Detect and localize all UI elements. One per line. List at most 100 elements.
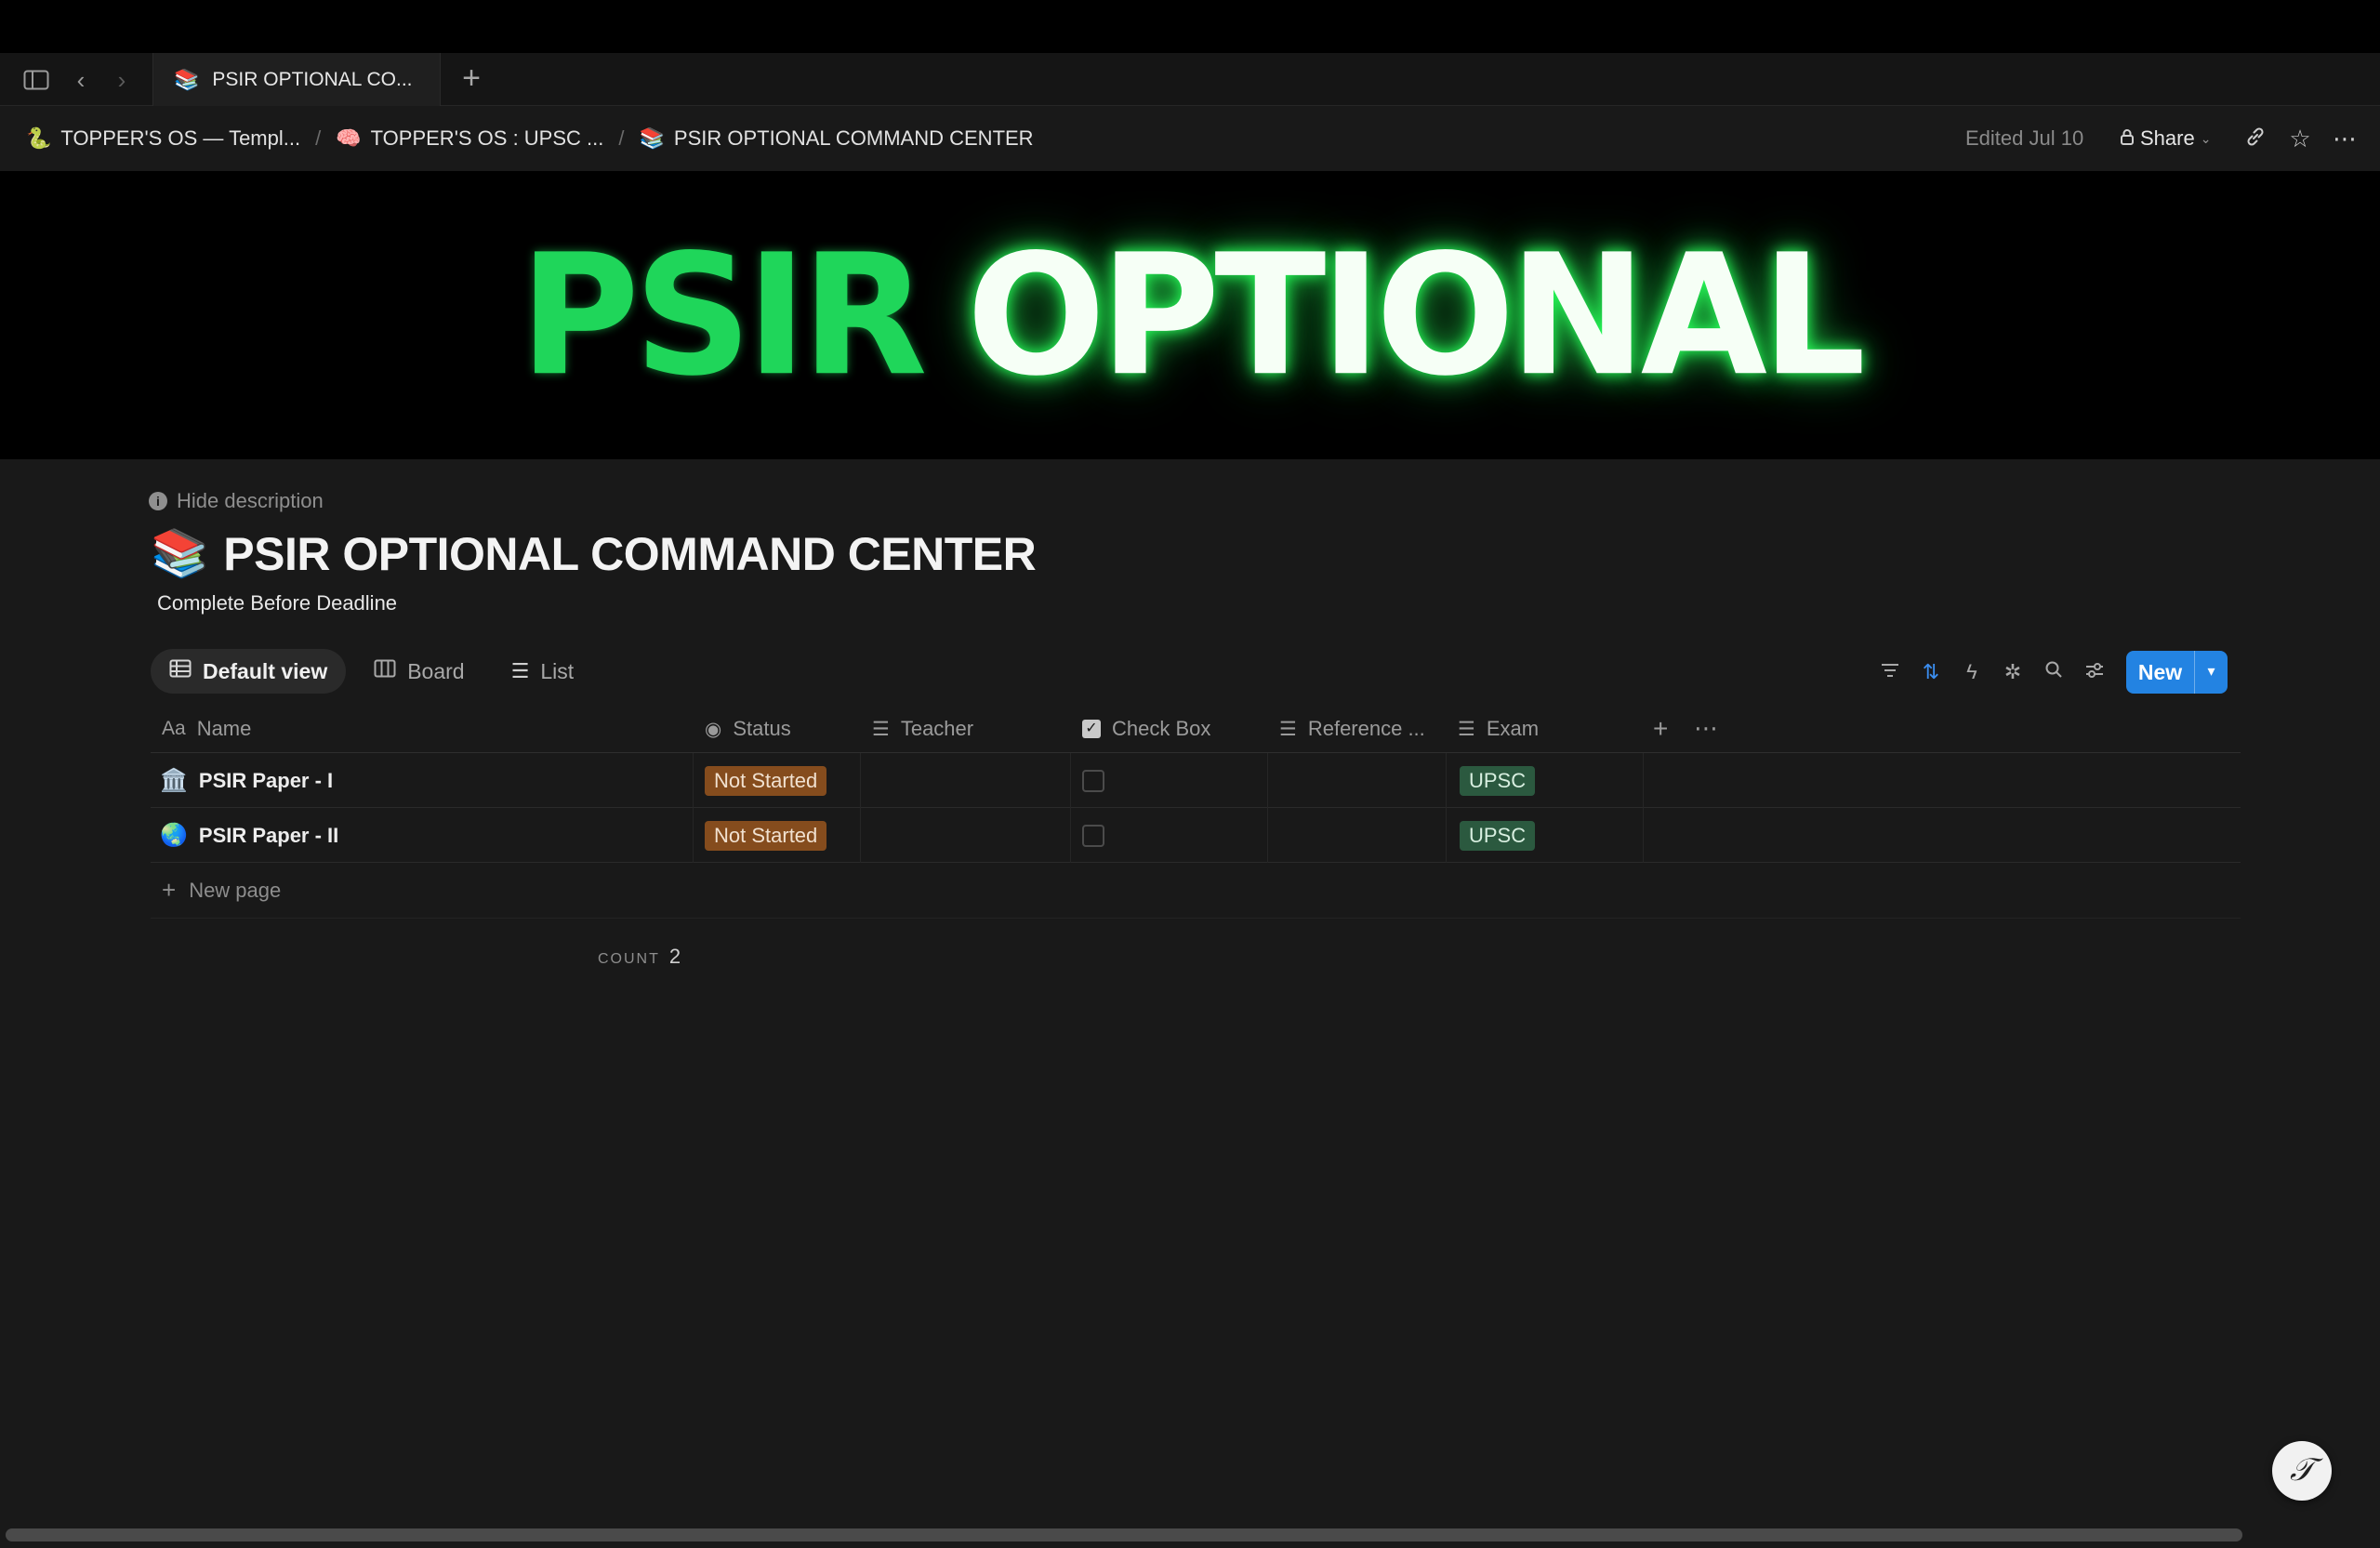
- forward-arrow-icon[interactable]: ›: [108, 66, 136, 94]
- row-name-cell[interactable]: 🌏 PSIR Paper - II: [160, 808, 694, 863]
- link-icon[interactable]: [2241, 125, 2270, 154]
- banner-word-optional: OPTIONAL: [966, 218, 1866, 413]
- browser-tab-active[interactable]: 📚 PSIR OPTIONAL CO...: [152, 53, 441, 106]
- column-label: Reference ...: [1307, 717, 1425, 740]
- text-type-icon: Aa: [162, 718, 186, 739]
- list-icon: ☰: [1458, 718, 1475, 740]
- count-value: 2: [668, 945, 681, 968]
- settings-sliders-icon[interactable]: [2082, 660, 2107, 684]
- row-status-cell[interactable]: Not Started: [694, 753, 861, 808]
- tab-default-view[interactable]: Default view: [151, 649, 347, 694]
- row-teacher-cell[interactable]: [861, 753, 1071, 808]
- breadcrumb-separator: /: [618, 126, 625, 150]
- column-header-name[interactable]: Aa Name: [162, 705, 251, 753]
- row-name-cell[interactable]: 🏛️ PSIR Paper - I: [160, 753, 694, 808]
- row-checkbox[interactable]: [1082, 769, 1104, 792]
- brain-icon: 🧠: [336, 126, 362, 150]
- breadcrumb-item-2[interactable]: 🧠 TOPPER'S OS : UPSC ...: [336, 126, 603, 151]
- row-checkbox-cell[interactable]: [1071, 753, 1268, 808]
- breadcrumb-item-3[interactable]: 📚 PSIR OPTIONAL COMMAND CENTER: [640, 126, 1034, 151]
- chevron-down-icon: ⌄: [2200, 130, 2212, 146]
- row-exam-cell[interactable]: UPSC: [1447, 753, 1644, 808]
- status-badge: Not Started: [705, 820, 827, 851]
- column-header-teacher[interactable]: ☰ Teacher: [872, 705, 973, 753]
- sparkle-ai-icon[interactable]: ✲: [2001, 660, 2025, 684]
- more-options-icon[interactable]: ⋯: [2330, 125, 2360, 154]
- new-page-label: New page: [189, 878, 282, 902]
- back-arrow-icon[interactable]: ‹: [67, 66, 95, 94]
- breadcrumb-item-1[interactable]: 🐍 TOPPER'S OS — Templ...: [26, 126, 300, 151]
- list-icon: ☰: [1279, 718, 1297, 740]
- tab-board[interactable]: Board: [355, 649, 483, 694]
- books-icon: 📚: [151, 527, 209, 579]
- row-reference-cell[interactable]: [1268, 753, 1447, 808]
- checkbox-icon: ✓: [1082, 720, 1101, 738]
- column-label: Exam: [1486, 717, 1540, 740]
- classical-building-icon: 🏛️: [160, 768, 188, 793]
- status-icon: ◉: [705, 718, 722, 740]
- row-name[interactable]: PSIR Paper - II: [199, 824, 338, 848]
- exam-tag: UPSC: [1460, 820, 1536, 851]
- breadcrumb-label: PSIR OPTIONAL COMMAND CENTER: [673, 126, 1034, 150]
- add-column-plus-icon[interactable]: +: [1653, 714, 1668, 744]
- help-assistant-button[interactable]: 𝒯: [2272, 1441, 2332, 1501]
- sidebar-toggle-icon[interactable]: [22, 66, 50, 94]
- table-row[interactable]: 🏛️ PSIR Paper - I Not Started UPSC: [151, 753, 2241, 808]
- automation-bolt-icon[interactable]: ϟ: [1960, 660, 1984, 684]
- new-entry-button[interactable]: New ▾: [2126, 651, 2228, 694]
- tab-title: PSIR OPTIONAL CO...: [212, 68, 413, 90]
- filter-icon[interactable]: [1878, 660, 1902, 684]
- plus-icon: +: [162, 876, 177, 904]
- column-header-check-box[interactable]: ✓ Check Box: [1082, 705, 1210, 753]
- breadcrumb-label: TOPPER'S OS : UPSC ...: [370, 126, 604, 150]
- new-tab-plus-icon[interactable]: +: [456, 62, 487, 96]
- column-header-reference[interactable]: ☰ Reference ...: [1279, 705, 1425, 753]
- breadcrumb-label: TOPPER'S OS — Templ...: [60, 126, 301, 150]
- breadcrumb-bar: 🐍 TOPPER'S OS — Templ... / 🧠 TOPPER'S OS…: [0, 106, 2380, 171]
- hide-description-toggle[interactable]: i Hide description: [149, 489, 324, 513]
- tab-list[interactable]: ☰ List: [493, 649, 593, 694]
- column-label: Check Box: [1112, 717, 1211, 740]
- view-label: Default view: [203, 658, 328, 683]
- row-checkbox-cell[interactable]: [1071, 808, 1268, 863]
- column-header-status[interactable]: ◉ Status: [705, 705, 791, 753]
- view-tabs: Default view Board ☰ List: [151, 649, 592, 694]
- star-icon[interactable]: ☆: [2285, 125, 2315, 154]
- share-button[interactable]: Share ⌄: [2109, 118, 2222, 159]
- row-checkbox[interactable]: [1082, 824, 1104, 847]
- table-row[interactable]: 🌏 PSIR Paper - II Not Started UPSC: [151, 808, 2241, 863]
- info-icon: i: [149, 492, 167, 510]
- row-status-cell[interactable]: Not Started: [694, 808, 861, 863]
- banner-word-psir: PSIR: [519, 218, 928, 413]
- row-reference-cell[interactable]: [1268, 808, 1447, 863]
- books-icon: 📚: [174, 67, 200, 91]
- row-name[interactable]: PSIR Paper - I: [199, 769, 333, 793]
- database-toolbar: ⇅ ϟ ✲: [1878, 656, 2107, 688]
- row-exam-cell[interactable]: UPSC: [1447, 808, 1644, 863]
- table-header: Aa Name ◉ Status ☰ Teacher ✓ Check Box ☰…: [151, 705, 2241, 753]
- row-teacher-cell[interactable]: [861, 808, 1071, 863]
- row-count: COUNT 2: [598, 945, 681, 969]
- column-header-exam[interactable]: ☰ Exam: [1458, 705, 1539, 753]
- new-button-label: New: [2137, 659, 2183, 684]
- os-top-strip: [0, 0, 2380, 53]
- page-description[interactable]: Complete Before Deadline: [157, 591, 397, 615]
- count-label: COUNT: [598, 951, 660, 967]
- sort-icon[interactable]: ⇅: [1919, 660, 1943, 684]
- chevron-down-icon[interactable]: ▾: [2194, 651, 2228, 694]
- edited-timestamp: Edited Jul 10: [1965, 126, 2084, 150]
- search-icon[interactable]: [2042, 660, 2066, 684]
- table-icon: [169, 659, 192, 683]
- status-badge: Not Started: [705, 765, 827, 796]
- page-title: 📚 PSIR OPTIONAL COMMAND CENTER: [151, 526, 1037, 581]
- breadcrumb: 🐍 TOPPER'S OS — Templ... / 🧠 TOPPER'S OS…: [26, 106, 1034, 171]
- more-options-icon[interactable]: ⋯: [1694, 714, 1718, 743]
- horizontal-scrollbar[interactable]: [6, 1528, 2242, 1541]
- board-icon: [374, 659, 396, 683]
- books-icon: 📚: [639, 126, 665, 150]
- column-label: Teacher: [900, 717, 974, 740]
- page-title-text[interactable]: PSIR OPTIONAL COMMAND CENTER: [223, 527, 1037, 581]
- new-page-row[interactable]: + New page: [151, 863, 2241, 919]
- breadcrumb-separator: /: [315, 126, 322, 150]
- globe-icon: 🌏: [160, 823, 188, 848]
